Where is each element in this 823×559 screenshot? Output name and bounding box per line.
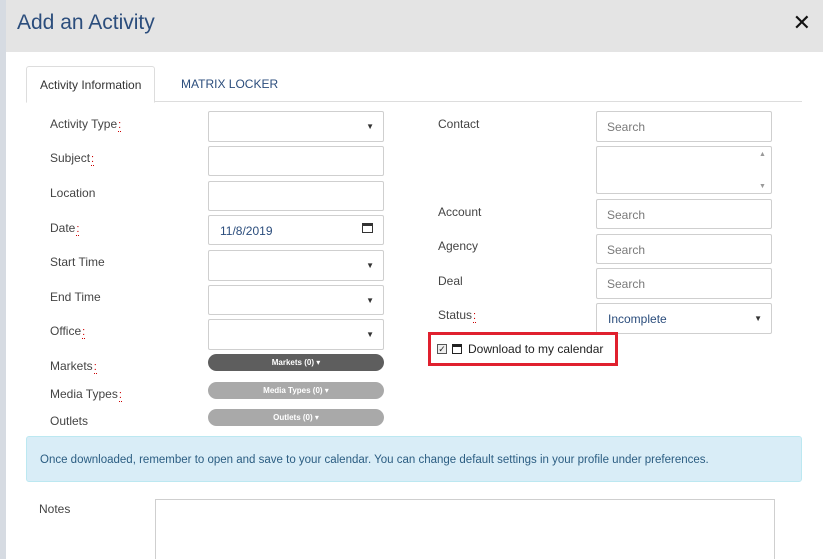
media-types-dropdown-button[interactable]: Media Types (0) ▾ — [208, 382, 384, 399]
date-label: Date: — [50, 221, 80, 236]
info-alert-text: Once downloaded, remember to open and sa… — [40, 454, 709, 466]
contact-label: Contact — [438, 117, 480, 131]
start-time-select[interactable]: ▼ — [208, 250, 384, 281]
location-label: Location — [50, 186, 96, 200]
required-marker: : — [93, 361, 97, 374]
required-marker: : — [118, 119, 122, 132]
account-label: Account — [438, 205, 482, 219]
chevron-down-icon: ▼ — [754, 314, 762, 323]
markets-label: Markets: — [50, 359, 97, 374]
end-time-label: End Time — [50, 290, 101, 304]
agency-label: Agency — [438, 239, 479, 253]
required-marker: : — [91, 153, 95, 166]
close-button[interactable]: ✕ — [793, 12, 811, 34]
tab-matrix-locker[interactable]: MATRIX LOCKER — [168, 66, 291, 102]
chevron-down-icon: ▼ — [366, 296, 374, 305]
office-label: Office: — [50, 324, 86, 339]
location-input[interactable] — [208, 181, 384, 211]
contact-list-box[interactable]: ▲ ▼ — [596, 146, 772, 194]
subject-input[interactable] — [208, 146, 384, 176]
media-types-label: Media Types: — [50, 387, 122, 402]
end-time-select[interactable]: ▼ — [208, 285, 384, 315]
outlets-dropdown-button[interactable]: Outlets (0) ▾ — [208, 409, 384, 426]
modal-header: Add an Activity ✕ — [6, 0, 823, 52]
markets-dropdown-button[interactable]: Markets (0) ▾ — [208, 354, 384, 371]
tab-bar: Activity Information MATRIX LOCKER — [26, 66, 802, 103]
tab-activity-information[interactable]: Activity Information — [26, 66, 156, 103]
download-calendar-highlight: ✓ Download to my calendar — [428, 332, 618, 366]
calendar-icon[interactable] — [362, 223, 373, 233]
add-activity-modal: Add an Activity ✕ Activity Information M… — [6, 0, 823, 559]
chevron-down-icon: ▼ — [366, 261, 374, 270]
notes-label: Notes — [39, 502, 71, 516]
info-alert: Once downloaded, remember to open and sa… — [26, 436, 802, 482]
scrollbar[interactable]: ▲ ▼ — [759, 151, 767, 191]
calendar-icon — [452, 344, 462, 354]
office-select[interactable]: ▼ — [208, 319, 384, 350]
status-label: Status: — [438, 308, 477, 323]
contact-search-input[interactable]: Search — [596, 111, 772, 142]
required-marker: : — [76, 223, 80, 236]
deal-label: Deal — [438, 274, 463, 288]
modal-title: Add an Activity — [17, 11, 155, 34]
download-calendar-label[interactable]: Download to my calendar — [468, 342, 603, 356]
chevron-down-icon: ▼ — [366, 122, 374, 131]
required-marker: : — [118, 389, 122, 402]
notes-textarea[interactable] — [155, 499, 775, 559]
deal-search-input[interactable]: Search — [596, 268, 772, 299]
account-search-input[interactable]: Search — [596, 199, 772, 229]
activity-type-label: Activity Type: — [50, 117, 122, 132]
activity-type-select[interactable]: ▼ — [208, 111, 384, 142]
agency-search-input[interactable]: Search — [596, 234, 772, 264]
required-marker: : — [82, 326, 86, 339]
outlets-label: Outlets — [50, 414, 89, 428]
chevron-down-icon: ▼ — [366, 330, 374, 339]
date-input[interactable]: 11/8/2019 — [208, 215, 384, 245]
subject-label: Subject: — [50, 151, 95, 166]
start-time-label: Start Time — [50, 255, 105, 269]
download-calendar-checkbox[interactable]: ✓ — [437, 344, 447, 354]
status-select[interactable]: Incomplete ▼ — [596, 303, 772, 334]
required-marker: : — [473, 310, 477, 323]
